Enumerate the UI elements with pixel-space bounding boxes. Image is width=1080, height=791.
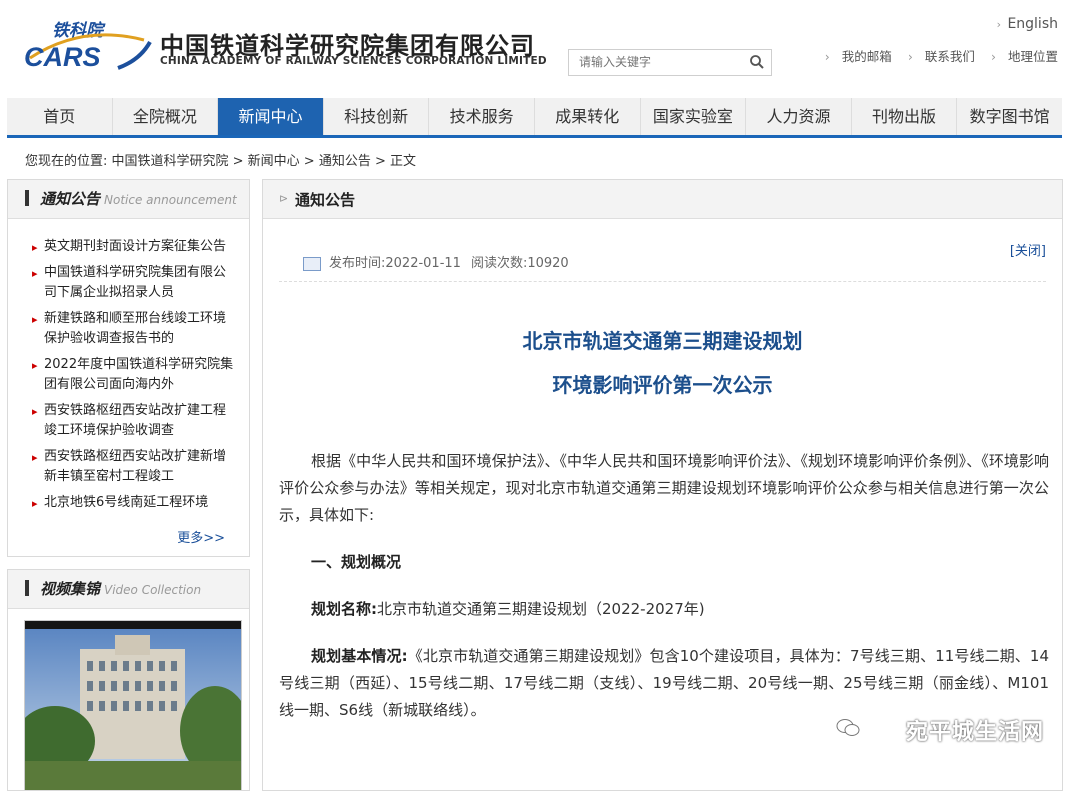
cars-logo[interactable]: 铁科院 CARS	[22, 16, 152, 78]
arrow-icon: ▸	[32, 359, 38, 372]
arrow-icon: ▸	[32, 405, 38, 418]
chevron-right-icon: ›	[991, 49, 996, 64]
article-title-line2: 环境影响评价第一次公示	[552, 373, 773, 397]
article-section-title: 通知公告	[295, 191, 356, 209]
list-item[interactable]: ▸ 北京地铁6号线南延工程环境	[30, 493, 237, 513]
nav-item-national-lab[interactable]: 国家实验室	[641, 98, 747, 135]
read-count: 阅读次数:10920	[470, 256, 569, 271]
org-name-en: CHINA ACADEMY OF RAILWAY SCIENCES CORPOR…	[160, 55, 547, 67]
chevron-right-icon: ›	[907, 49, 913, 64]
video-panel: 视频集锦 Video Collection	[7, 569, 250, 791]
list-item[interactable]: ▸ 新建铁路和顺至邢台线竣工环境保护验收调查报告书的	[30, 309, 237, 349]
section-heading: 一、规划概况	[311, 553, 402, 571]
arrow-icon: ▸	[32, 241, 38, 254]
arrow-icon: ▸	[32, 267, 38, 280]
nav-item-home[interactable]: 首页	[7, 98, 113, 135]
breadcrumb[interactable]: 您现在的位置: 中国铁道科学研究院 > 新闻中心 > 通知公告 > 正文	[25, 150, 416, 169]
close-link[interactable]: [关闭]	[1010, 240, 1046, 259]
plan-basic-paragraph: 规划基本情况:《北京市轨道交通第三期建设规划》包含10个建设项目，具体为：7号线…	[279, 643, 1049, 724]
article-title-line1: 北京市轨道交通第三期建设规划	[522, 329, 803, 353]
list-item[interactable]: ▸ 中国铁道科学研究院集团有限公司下属企业拟招录人员	[30, 263, 237, 303]
logo-mark: CARS	[24, 42, 101, 72]
article-meta: 发布时间:2022-01-11 阅读次数:10920	[303, 252, 579, 271]
main-nav: 首页 全院概况 新闻中心 科技创新 技术服务 成果转化 国家实验室 人力资源 刊…	[7, 98, 1062, 138]
search-icon[interactable]	[749, 54, 765, 70]
nav-item-innovation[interactable]: 科技创新	[324, 98, 430, 135]
notice-panel-subtitle: Notice announcement	[104, 193, 237, 207]
watermark: 宛平城生活网	[905, 720, 1044, 745]
notice-list: ▸ 英文期刊封面设计方案征集公告 ▸ 中国铁道科学研究院集团有限公司下属企业拟招录人…	[8, 219, 249, 527]
arrow-icon: ▸	[32, 313, 38, 326]
video-panel-subtitle: Video Collection	[104, 583, 202, 597]
notice-panel-header: 通知公告 Notice announcement	[8, 180, 249, 219]
search-input[interactable]	[569, 50, 739, 73]
sidebar: 通知公告 Notice announcement ▸ 英文期刊封面设计方案征集公告 …	[7, 179, 250, 791]
header-marker-icon: ⊳	[279, 192, 289, 205]
video-panel-header: 视频集锦 Video Collection	[8, 570, 249, 609]
publish-time: 发布时间:2022-01-11	[329, 256, 461, 271]
article-body: 根据《中华人民共和国环境保护法》、《中华人民共和国环境影响评价法》、《规划环境影…	[279, 448, 1049, 744]
location-link[interactable]: › 地理位置	[985, 49, 1058, 64]
nav-item-hr[interactable]: 人力资源	[746, 98, 852, 135]
nav-item-achievements[interactable]: 成果转化	[535, 98, 641, 135]
contact-link[interactable]: › 联系我们	[902, 49, 975, 64]
article-panel: ⊳ 通知公告 发布时间:2022-01-11 阅读次数:10920 [关闭] 北京…	[262, 179, 1063, 791]
article-panel-header: ⊳ 通知公告	[263, 180, 1062, 219]
chevron-right-icon: ›	[824, 49, 830, 64]
plan-basic-label: 规划基本情况:	[311, 647, 408, 665]
more-link[interactable]: 更多>>	[8, 527, 249, 556]
search-box	[568, 49, 772, 76]
wechat-icon	[836, 718, 860, 738]
chevron-right-icon: ›	[996, 18, 1001, 31]
plan-name-paragraph: 规划名称:北京市轨道交通第三期建设规划（2022-2027年)	[279, 596, 1049, 623]
nav-item-news[interactable]: 新闻中心	[218, 98, 324, 135]
english-link[interactable]: › English	[813, 16, 1058, 32]
top-links: › English › 我的邮箱 › 联系我们 › 地理位置	[813, 16, 1058, 65]
list-item[interactable]: ▸ 西安铁路枢纽西安站改扩建新增新丰镇至窑村工程竣工	[30, 447, 237, 487]
nav-item-overview[interactable]: 全院概况	[113, 98, 219, 135]
arrow-icon: ▸	[32, 451, 38, 464]
video-panel-title: 视频集锦 Video Collection	[40, 580, 202, 598]
divider	[279, 281, 1046, 282]
site-header: 铁科院 CARS 中国铁道科学研究院集团有限公司 CHINA ACADEMY O…	[0, 0, 1080, 96]
mailbox-link[interactable]: › 我的邮箱	[819, 49, 892, 64]
list-item[interactable]: ▸ 西安铁路枢纽西安站改扩建工程竣工环境保护验收调查	[30, 401, 237, 441]
arrow-icon: ▸	[32, 497, 38, 510]
plan-name-value: 北京市轨道交通第三期建设规划（2022-2027年)	[377, 600, 705, 618]
plan-name-label: 规划名称:	[311, 600, 377, 618]
nav-item-publications[interactable]: 刊物出版	[852, 98, 958, 135]
document-icon	[303, 256, 321, 271]
nav-item-services[interactable]: 技术服务	[429, 98, 535, 135]
notice-panel: 通知公告 Notice announcement ▸ 英文期刊封面设计方案征集公告 …	[7, 179, 250, 557]
nav-item-library[interactable]: 数字图书馆	[957, 98, 1062, 135]
article-intro: 根据《中华人民共和国环境保护法》、《中华人民共和国环境影响评价法》、《规划环境影…	[279, 452, 1049, 524]
notice-panel-title: 通知公告 Notice announcement	[40, 190, 237, 208]
list-item[interactable]: ▸ 英文期刊封面设计方案征集公告	[30, 237, 237, 257]
list-item[interactable]: ▸ 2022年度中国铁道科学研究院集团有限公司面向海内外	[30, 355, 237, 395]
title-bar-marker	[25, 580, 29, 596]
title-bar-marker	[25, 190, 29, 206]
video-thumbnail[interactable]	[24, 620, 242, 790]
